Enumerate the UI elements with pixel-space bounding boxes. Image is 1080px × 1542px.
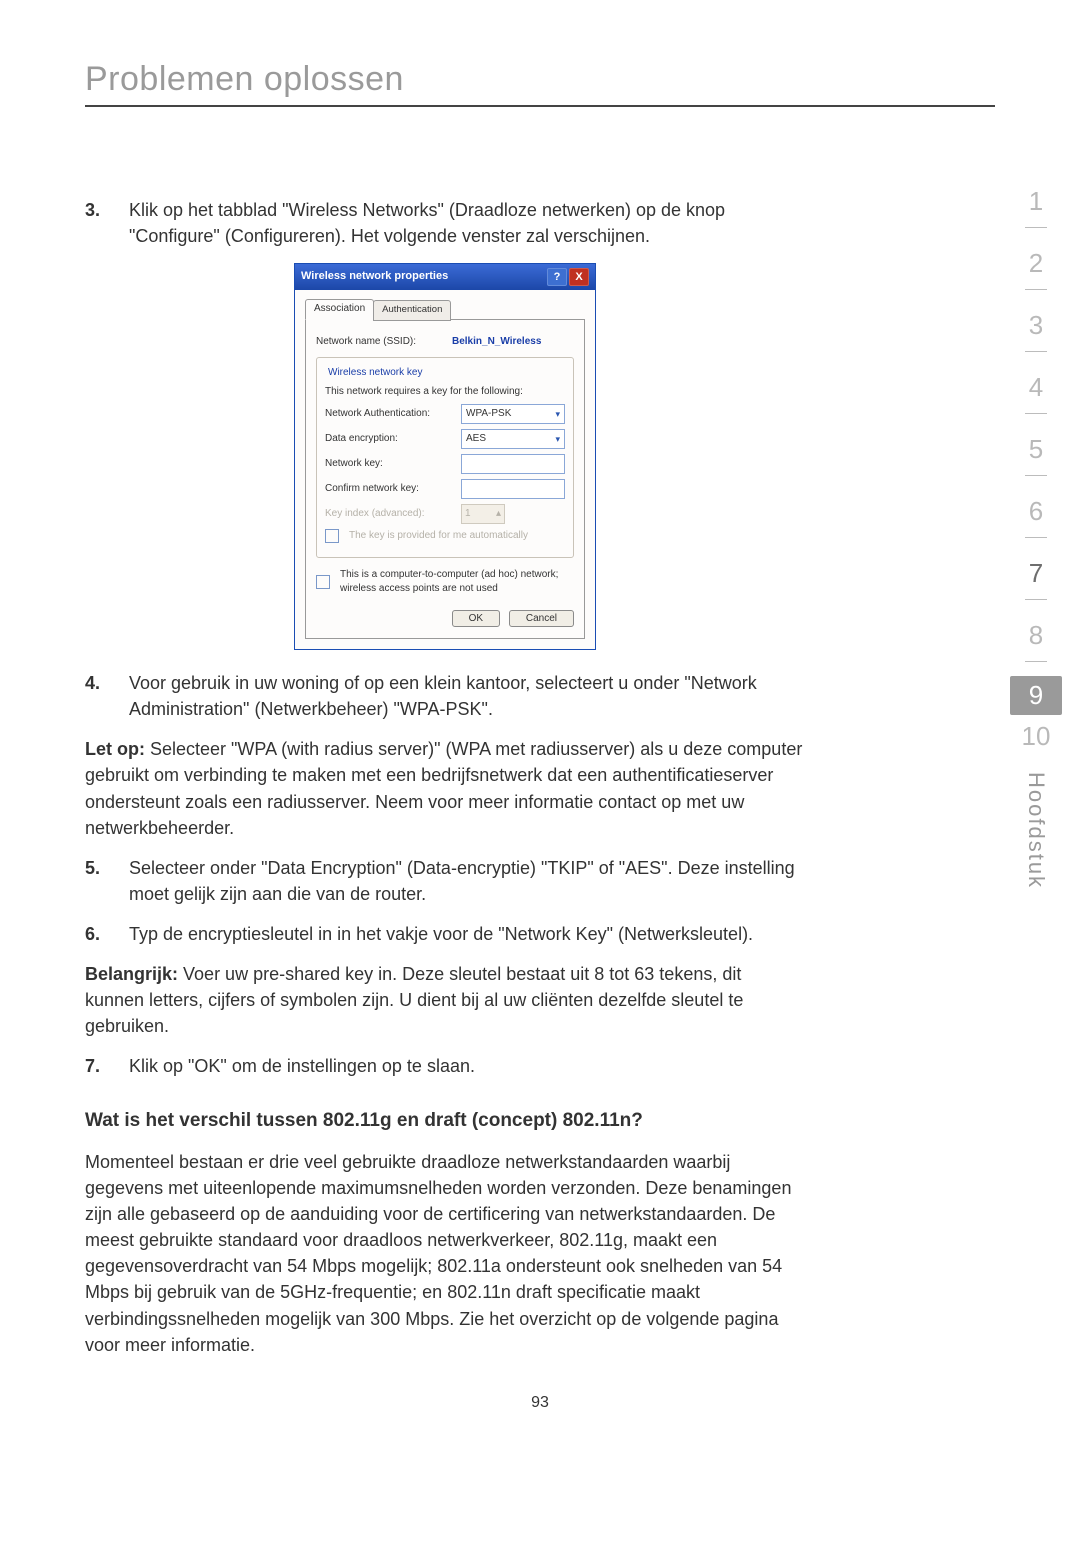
page-title: Problemen oplossen	[85, 60, 995, 107]
key-index-stepper: 1▴	[461, 504, 505, 524]
dialog-title: Wireless network properties	[301, 269, 448, 285]
step-3-text: Klik op het tabblad "Wireless Networks" …	[129, 197, 805, 249]
confirm-key-input[interactable]	[461, 479, 565, 499]
key-index-value: 1	[465, 507, 471, 522]
adhoc-label: This is a computer-to-computer (ad hoc) …	[340, 568, 574, 597]
chapter-tab-3[interactable]: 3	[1010, 304, 1062, 366]
step-3-number: 3.	[85, 197, 129, 249]
chapter-tab-1[interactable]: 1	[1010, 180, 1062, 242]
step-7-number: 7.	[85, 1053, 129, 1079]
subheading: Wat is het verschil tussen 802.11g en dr…	[85, 1107, 805, 1135]
chapter-tab-2[interactable]: 2	[1010, 242, 1062, 304]
auto-key-label: The key is provided for me automatically	[349, 529, 528, 544]
fieldset-text: This network requires a key for the foll…	[325, 385, 565, 400]
chapter-tab-9-active[interactable]: 9	[1010, 676, 1062, 715]
auto-key-checkbox	[325, 529, 339, 543]
cancel-button[interactable]: Cancel	[509, 610, 574, 627]
note2-text: Voer uw pre-shared key in. Deze sleutel …	[85, 964, 743, 1036]
chapter-sidebar: 1 2 3 4 5 6 7 8 9 10 Hoofdstuk	[1010, 180, 1062, 894]
step-5-text: Selecteer onder "Data Encryption" (Data-…	[129, 855, 805, 907]
chapter-tab-7[interactable]: 7	[1010, 552, 1062, 614]
step-5-number: 5.	[85, 855, 129, 907]
step-4-number: 4.	[85, 670, 129, 722]
note1-lead: Let op:	[85, 739, 145, 759]
network-key-input[interactable]	[461, 454, 565, 474]
tab-authentication[interactable]: Authentication	[373, 300, 451, 321]
chevron-down-icon: ▾	[555, 433, 560, 446]
close-icon[interactable]: X	[569, 268, 589, 286]
auth-label: Network Authentication:	[325, 407, 455, 422]
auth-value: WPA-PSK	[466, 407, 511, 422]
network-key-label: Network key:	[325, 457, 455, 472]
step-7-text: Klik op "OK" om de instellingen op te sl…	[129, 1053, 805, 1079]
paragraph-standards: Momenteel bestaan er drie veel gebruikte…	[85, 1149, 805, 1358]
key-index-label: Key index (advanced):	[325, 507, 455, 522]
ssid-label: Network name (SSID):	[316, 335, 446, 350]
page-number: 93	[85, 1394, 995, 1412]
auth-select[interactable]: WPA-PSK ▾	[461, 404, 565, 424]
adhoc-checkbox[interactable]	[316, 575, 330, 589]
ssid-value: Belkin_N_Wireless	[452, 335, 541, 350]
enc-select[interactable]: AES ▾	[461, 429, 565, 449]
sidebar-label: Hoofdstuk	[1023, 772, 1049, 889]
chapter-tab-5[interactable]: 5	[1010, 428, 1062, 490]
chapter-tab-4[interactable]: 4	[1010, 366, 1062, 428]
note1-text: Selecteer "WPA (with radius server)" (WP…	[85, 739, 802, 837]
enc-value: AES	[466, 432, 486, 447]
step-6-number: 6.	[85, 921, 129, 947]
fieldset-legend: Wireless network key	[325, 366, 425, 381]
ok-button[interactable]: OK	[452, 610, 500, 627]
chapter-tab-8[interactable]: 8	[1010, 614, 1062, 676]
step-6-text: Typ de encryptiesleutel in in het vakje …	[129, 921, 805, 947]
tab-association[interactable]: Association	[305, 299, 374, 320]
step-4-text: Voor gebruik in uw woning of op een klei…	[129, 670, 805, 722]
enc-label: Data encryption:	[325, 432, 455, 447]
help-icon[interactable]: ?	[547, 268, 567, 286]
chevron-down-icon: ▾	[555, 408, 560, 421]
chapter-tab-6[interactable]: 6	[1010, 490, 1062, 552]
wireless-network-properties-dialog: Wireless network properties ? X Associat…	[294, 263, 596, 650]
confirm-key-label: Confirm network key:	[325, 482, 455, 497]
note2-lead: Belangrijk:	[85, 964, 178, 984]
chapter-tab-10[interactable]: 10	[1010, 715, 1062, 766]
